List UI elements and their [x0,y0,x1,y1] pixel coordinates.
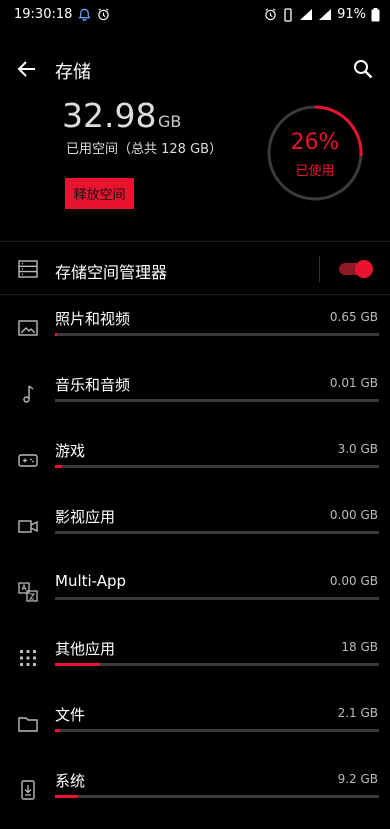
storage-manager-row[interactable]: 存储空间管理器 [0,244,390,294]
usage-bar-fill [55,333,57,336]
status-bar: 19:30:18 91% [0,0,390,30]
category-video-apps[interactable]: 影视应用 0.00 GB [0,499,390,565]
category-other-apps[interactable]: 其他应用 18 GB [0,631,390,697]
gamepad-icon [17,449,39,471]
phone-vibrate-icon [282,7,294,22]
alarm-clock-icon [264,8,277,21]
phone-download-icon [17,779,39,801]
toggle-knob [355,260,373,278]
folder-icon [17,713,39,735]
category-label: 文件 [55,706,86,724]
usage-percent: 26% [290,130,340,155]
category-files[interactable]: 文件 2.1 GB [0,697,390,763]
usage-bar [55,531,379,534]
usage-bar [55,663,379,666]
category-size: 9.2 GB [337,772,378,786]
category-system[interactable]: 系统 9.2 GB [0,763,390,829]
category-label: 音乐和音频 [55,376,131,394]
usage-bar [55,399,379,402]
category-label: 系统 [55,772,86,790]
divider [0,241,390,242]
image-icon [17,317,39,339]
category-games[interactable]: 游戏 3.0 GB [0,433,390,499]
storage-list-icon [17,258,39,280]
category-label: 游戏 [55,442,86,460]
usage-bar [55,333,379,336]
used-space-value: 32.98 [62,96,157,135]
usage-bar [55,729,379,732]
category-size: 0.01 GB [329,376,378,390]
usage-bar-fill [55,465,63,468]
storage-manager-toggle[interactable] [339,260,373,278]
category-music-audio[interactable]: 音乐和音频 0.01 GB [0,367,390,433]
free-up-space-button[interactable]: 释放空间 [65,178,134,209]
battery-icon [371,7,380,22]
signal-icon [318,8,332,21]
divider [319,256,320,282]
back-arrow-icon[interactable] [14,56,40,82]
divider [0,294,390,295]
category-photos-videos[interactable]: 照片和视频 0.65 GB [0,301,390,367]
storage-manager-label: 存储空间管理器 [55,263,168,282]
category-size: 0.65 GB [329,310,378,324]
category-size: 2.1 GB [337,706,378,720]
usage-label: 已使用 [295,164,335,179]
usage-bar [55,465,379,468]
category-size: 0.00 GB [329,508,378,522]
battery-percent: 91% [337,7,366,22]
usage-bar [55,795,379,798]
usage-bar-fill [55,729,61,732]
category-size: 0.00 GB [329,574,378,588]
search-icon[interactable] [350,56,376,82]
category-label: 其他应用 [55,640,116,658]
alarm-clock-icon [97,8,110,21]
notification-bell-icon [78,8,91,21]
category-label: 影视应用 [55,508,116,526]
category-label: Multi-App [55,572,127,590]
app-bar: 存储 [0,46,390,94]
usage-bar [55,597,379,600]
used-space-unit: GB [158,112,182,131]
category-size: 3.0 GB [337,442,378,456]
category-label: 照片和视频 [55,310,131,328]
apps-grid-icon [17,647,39,669]
usage-bar-fill [55,795,79,798]
multi-app-icon [17,581,39,603]
used-space-caption: 已用空间（总共 128 GB） [66,142,223,157]
category-size: 18 GB [341,640,378,654]
music-note-icon [17,383,39,405]
video-camera-icon [17,515,39,537]
category-multi-app[interactable]: Multi-App 0.00 GB [0,565,390,631]
signal-4g-icon [299,8,313,21]
clock-time: 19:30:18 [14,7,73,22]
page-title: 存储 [55,62,91,83]
usage-bar-fill [55,663,101,666]
